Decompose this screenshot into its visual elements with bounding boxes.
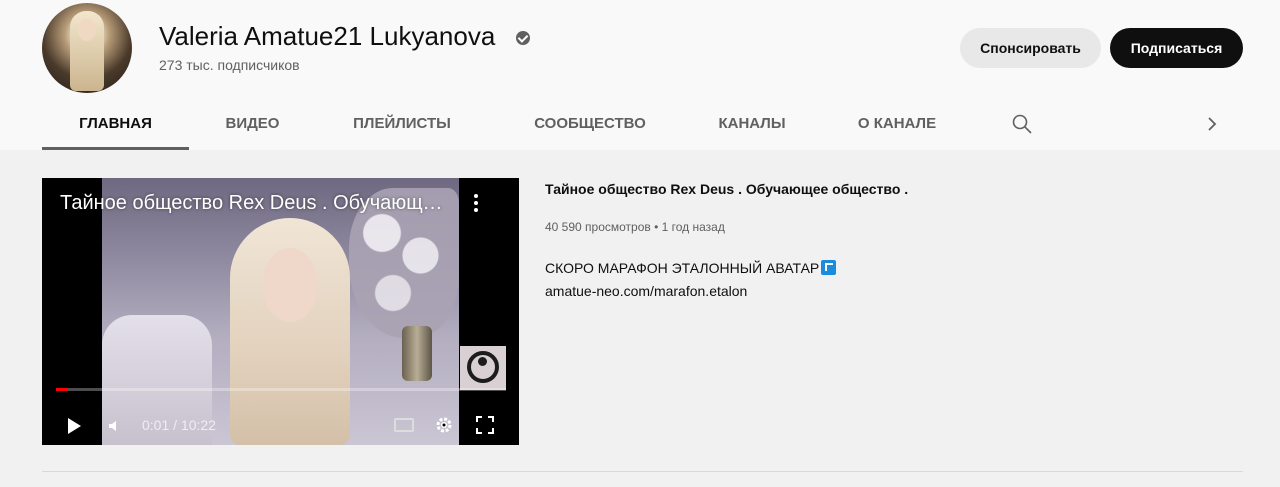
avatar-face bbox=[78, 19, 96, 41]
tab-home[interactable]: ГЛАВНАЯ bbox=[42, 98, 189, 150]
channel-header: Valeria Amatue21 Lukyanova 273 тыс. подп… bbox=[0, 0, 1280, 150]
video-meta: 40 590 просмотров • 1 год назад bbox=[545, 220, 725, 234]
video-description-line: СКОРО МАРАФОН ЭТАЛОННЫЙ АВАТАР bbox=[545, 260, 837, 276]
tab-videos[interactable]: ВИДЕО bbox=[207, 98, 298, 150]
progress-fill bbox=[56, 388, 68, 391]
frame-vase bbox=[402, 326, 432, 381]
volume-icon[interactable] bbox=[108, 419, 122, 433]
featured-video-player[interactable]: Тайное общество Rex Deus . Обучающее общ… bbox=[42, 178, 519, 445]
external-link-icon bbox=[821, 260, 837, 275]
more-options-icon[interactable] bbox=[472, 194, 480, 216]
channel-name: Valeria Amatue21 Lukyanova bbox=[159, 21, 496, 51]
verified-check-icon bbox=[516, 31, 530, 45]
fullscreen-icon[interactable] bbox=[476, 416, 494, 434]
search-icon[interactable] bbox=[1010, 112, 1034, 136]
description-link[interactable]: amatue-neo.com/marafon.etalon bbox=[545, 283, 747, 299]
tab-community[interactable]: СООБЩЕСТВО bbox=[510, 98, 670, 150]
tab-about[interactable]: О КАНАЛЕ bbox=[842, 98, 952, 150]
chevron-right-icon[interactable] bbox=[1200, 112, 1224, 136]
subscriber-count: 273 тыс. подписчиков bbox=[159, 57, 300, 73]
watermark-dot bbox=[478, 357, 487, 366]
watermark-ring bbox=[467, 351, 499, 383]
frame-person-face bbox=[262, 248, 318, 322]
tab-channels[interactable]: КАНАЛЫ bbox=[702, 98, 802, 150]
section-divider bbox=[42, 471, 1243, 472]
description-text: СКОРО МАРАФОН ЭТАЛОННЫЙ АВАТАР bbox=[545, 260, 820, 276]
playback-time: 0:01 / 10:22 bbox=[142, 417, 216, 433]
channel-avatar[interactable] bbox=[42, 3, 132, 93]
player-title[interactable]: Тайное общество Rex Deus . Обучающее общ… bbox=[60, 192, 450, 215]
play-icon[interactable] bbox=[68, 418, 81, 434]
tab-playlists[interactable]: ПЛЕЙЛИСТЫ bbox=[332, 98, 472, 150]
channel-watermark[interactable] bbox=[460, 346, 506, 390]
video-title[interactable]: Тайное общество Rex Deus . Обучающее общ… bbox=[545, 181, 908, 197]
sponsor-button[interactable]: Спонсировать bbox=[960, 28, 1101, 68]
video-frame bbox=[102, 178, 459, 445]
subtitles-icon[interactable] bbox=[394, 418, 414, 432]
progress-bar[interactable] bbox=[56, 388, 506, 391]
gear-icon[interactable] bbox=[435, 416, 453, 434]
subscribe-button[interactable]: Подписаться bbox=[1110, 28, 1243, 68]
